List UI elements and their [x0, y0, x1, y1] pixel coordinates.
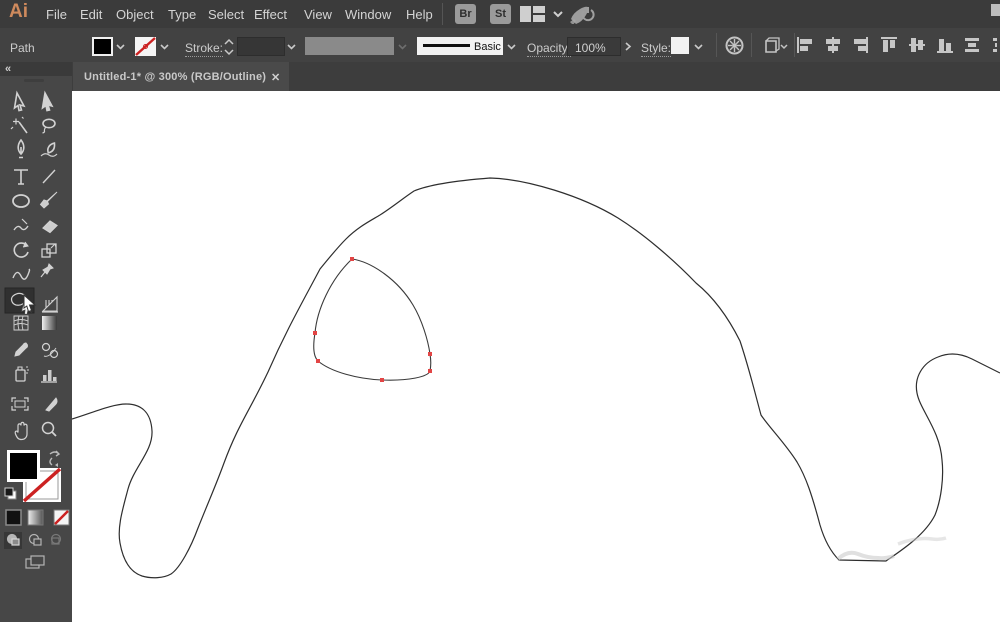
- svg-text:«: «: [5, 63, 11, 75]
